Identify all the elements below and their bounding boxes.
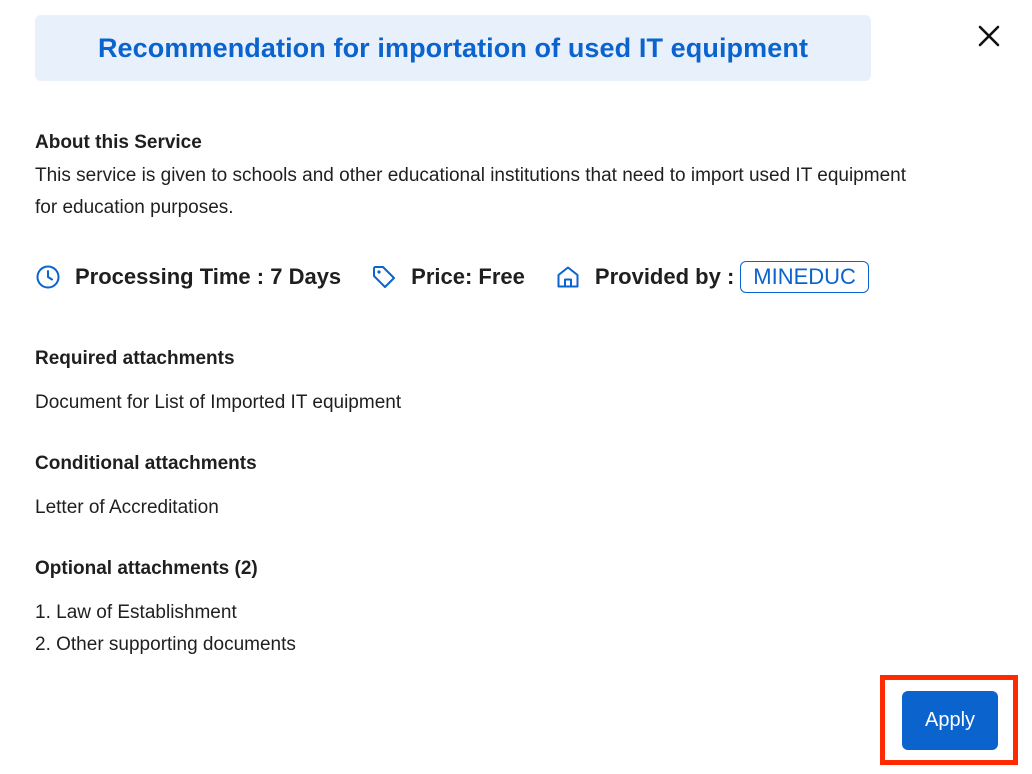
apply-button[interactable]: Apply (902, 691, 998, 750)
conditional-attachment-item: Letter of Accreditation (35, 497, 219, 518)
optional-attachments-heading: Optional attachments (2) (35, 558, 258, 579)
optional-attachment-item: 1. Law of Establishment (35, 602, 237, 623)
tag-icon (371, 264, 397, 290)
price: Price: Free (371, 264, 525, 290)
conditional-attachments-heading: Conditional attachments (35, 453, 257, 474)
provider: Provided by : MINEDUC (555, 261, 869, 293)
required-attachment-item: Document for List of Imported IT equipme… (35, 392, 402, 413)
provided-by-label: Provided by : (594, 264, 735, 289)
optional-attachment-item: 2. Other supporting documents (35, 634, 296, 655)
building-icon (555, 264, 581, 290)
processing-time-text: Processing Time : 7 Days (75, 264, 342, 289)
dialog-title: Recommendation for importation of used I… (97, 32, 809, 63)
about-heading: About this Service (35, 132, 202, 153)
title-banner: Recommendation for importation of used I… (35, 15, 871, 81)
provider-badge[interactable]: MINEDUC (740, 261, 869, 293)
about-text: This service is given to schools and oth… (35, 165, 906, 218)
close-button[interactable] (973, 20, 1005, 52)
service-dialog: Recommendation for importation of used I… (0, 0, 1032, 774)
required-attachments-heading: Required attachments (35, 348, 235, 369)
processing-time: Processing Time : 7 Days (35, 264, 341, 290)
service-meta-row: Processing Time : 7 Days Price: Free Pro… (35, 259, 869, 295)
clock-icon (35, 264, 61, 290)
price-text: Price: Free (411, 264, 525, 289)
close-icon (978, 25, 1000, 47)
